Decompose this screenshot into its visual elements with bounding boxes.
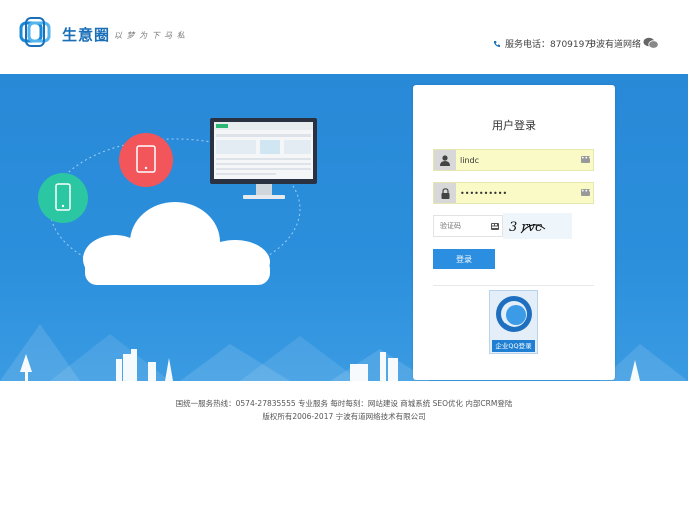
user-icon <box>434 150 456 170</box>
autofill-icon[interactable]: ••• <box>581 189 592 196</box>
captcha-image[interactable]: 3 rvc <box>503 213 572 239</box>
company-link[interactable]: 宁波有道网络 <box>587 37 641 50</box>
lock-icon <box>434 183 456 203</box>
username-input[interactable] <box>460 152 570 168</box>
qq-enterprise-icon <box>496 296 532 332</box>
footer-hotline: 国统一服务热线：0574-27835555 专业服务 每时每刻：网站建设 商城系… <box>175 399 513 408</box>
brand-slogan: 以 梦 为 下 马 私 <box>114 31 186 40</box>
username-field[interactable]: ••• <box>433 149 594 171</box>
hotline-label: 服务电话：87091970 <box>505 40 596 50</box>
login-title: 用户登录 <box>492 119 536 132</box>
phone-icon <box>494 40 500 47</box>
login-panel: 用户登录 ••• ••• 3 rvc <box>413 85 615 380</box>
password-input[interactable] <box>460 185 570 201</box>
divider <box>433 285 594 286</box>
hotline: 服务电话：87091970 <box>493 37 596 50</box>
header: 生意圈 以 梦 为 下 马 私 服务电话：87091970 宁波有道网络 <box>0 0 688 74</box>
autofill-icon[interactable]: ••• <box>581 156 592 163</box>
wechat-icon[interactable] <box>643 37 659 49</box>
keyboard-icon <box>491 223 499 230</box>
footer-copyright: 版权所有2006-2017 宁波有道网络技术有限公司 <box>262 412 426 421</box>
captcha-text: 3 rvc <box>509 220 543 235</box>
brand-name: 生意圈 <box>62 26 111 44</box>
password-field[interactable]: ••• <box>433 182 594 204</box>
login-page: 生意圈 以 梦 为 下 马 私 服务电话：87091970 宁波有道网络 用户登… <box>0 0 688 525</box>
footer: 国统一服务热线：0574-27835555 专业服务 每时每刻：网站建设 商城系… <box>0 397 688 423</box>
cloud-shape <box>83 202 270 285</box>
captcha-input[interactable] <box>440 219 495 233</box>
qq-login-button[interactable]: 企业QQ登录 <box>489 290 538 354</box>
qq-login-label: 企业QQ登录 <box>492 340 535 352</box>
login-button[interactable]: 登录 <box>433 249 495 269</box>
logo-icon <box>19 17 51 47</box>
